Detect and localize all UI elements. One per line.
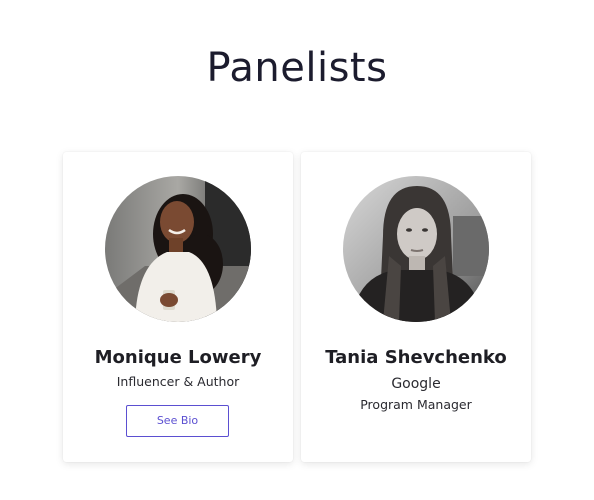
panelist-name: Tania Shevchenko bbox=[325, 347, 507, 368]
avatar-photo bbox=[105, 176, 251, 322]
see-bio-button[interactable]: See Bio bbox=[126, 405, 229, 437]
panelist-company: Google bbox=[391, 376, 441, 392]
avatar-photo bbox=[343, 176, 489, 322]
panelist-title: Influencer & Author bbox=[116, 374, 240, 389]
panelist-card: Tania Shevchenko Google Program Manager bbox=[301, 152, 531, 462]
panelist-name: Monique Lowery bbox=[94, 347, 262, 368]
avatar bbox=[343, 176, 489, 322]
panelist-role: Program Manager bbox=[360, 397, 472, 412]
avatar bbox=[105, 176, 251, 322]
panelist-card: Monique Lowery Influencer & Author See B… bbox=[63, 152, 293, 462]
panelists-section: Panelists Monique Lowery Influencer & Au… bbox=[0, 0, 594, 500]
page-title: Panelists bbox=[206, 45, 388, 91]
